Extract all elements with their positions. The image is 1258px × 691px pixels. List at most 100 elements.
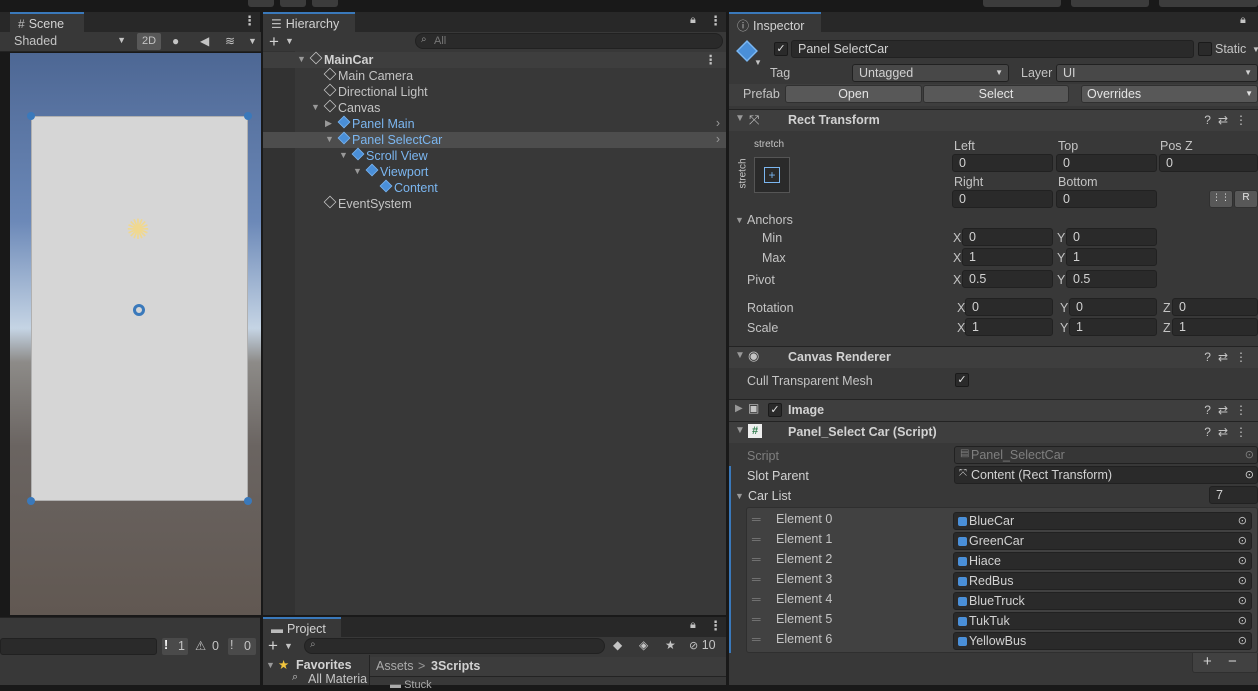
prefab-select-button[interactable]: Select	[923, 85, 1069, 103]
presets-icon[interactable]: ⇄	[1218, 425, 1235, 439]
prefab-chevron-icon[interactable]: ›	[716, 116, 720, 130]
presets-icon[interactable]: ⇄	[1218, 113, 1235, 127]
car-prefab-field[interactable]: TukTuk ⊙	[953, 612, 1252, 630]
component-menu-icon[interactable]: ⋮	[1235, 425, 1254, 439]
drag-handle-icon[interactable]: ═	[752, 532, 761, 546]
foldout-arrow-icon[interactable]: ▼	[353, 166, 362, 176]
foldout-arrow-icon[interactable]: ▼	[297, 54, 306, 64]
toggle-2d-button[interactable]: 2D	[137, 33, 161, 50]
add-dropdown-arrow-icon[interactable]: ▼	[285, 36, 294, 46]
object-picker-icon[interactable]: ⊙	[1238, 594, 1247, 607]
foldout-arrow-icon[interactable]: ▼	[339, 150, 348, 160]
anchor-handle-br-icon[interactable]	[244, 497, 252, 505]
scale-x-field[interactable]: 1	[965, 318, 1053, 336]
slot-parent-field[interactable]: ⤧ Content (Rect Transform) ⊙	[954, 466, 1258, 484]
anchor-handle-tr-icon[interactable]	[244, 112, 252, 120]
scene-menu-icon[interactable]: ⋮	[705, 52, 718, 67]
console-search-input[interactable]	[0, 638, 157, 655]
top-field[interactable]: 0	[1056, 154, 1157, 172]
presets-icon[interactable]: ⇄	[1218, 403, 1235, 417]
hierarchy-item[interactable]: Directional Light	[263, 83, 726, 100]
hierarchy-item[interactable]: EventSystem	[263, 195, 726, 212]
account-dropdown[interactable]	[983, 0, 1061, 7]
image-enabled-checkbox[interactable]: ✓	[768, 403, 782, 417]
effects-icon[interactable]: ≋	[225, 34, 235, 48]
component-menu-icon[interactable]: ⋮	[1235, 113, 1254, 127]
object-name-field[interactable]: Panel SelectCar	[791, 40, 1194, 58]
drag-handle-icon[interactable]: ═	[752, 512, 761, 526]
scene-viewport[interactable]: ✺	[10, 53, 261, 615]
anchor-min-y-field[interactable]: 0	[1066, 228, 1157, 246]
object-picker-icon[interactable]: ⊙	[1238, 634, 1247, 647]
presets-icon[interactable]: ⇄	[1218, 350, 1235, 364]
tab-project[interactable]: ▬ Project	[263, 617, 341, 638]
component-menu-icon[interactable]: ⋮	[1235, 403, 1254, 417]
drag-handle-icon[interactable]: ═	[752, 612, 761, 626]
pivot-x-field[interactable]: 0.5	[962, 270, 1053, 288]
foldout-arrow-icon[interactable]: ▼	[311, 102, 320, 112]
anchor-min-x-field[interactable]: 0	[962, 228, 1053, 246]
favorites-foldout[interactable]: ▼ ★ Favorites ⌕ All Materia	[263, 657, 369, 686]
rotation-y-field[interactable]: 0	[1069, 298, 1157, 316]
foldout-closed-arrow-icon[interactable]: ▶	[325, 118, 332, 129]
anchor-max-y-field[interactable]: 1	[1066, 248, 1157, 266]
prefab-overrides-dropdown[interactable]: Overrides ▼	[1081, 85, 1258, 103]
hierarchy-item[interactable]: Main Camera	[263, 67, 726, 84]
foldout-arrow-icon[interactable]: ▼	[735, 215, 744, 225]
hierarchy-item[interactable]: ▼ Scroll View	[263, 147, 726, 164]
hierarchy-item[interactable]: ▼ Panel SelectCar ›	[263, 131, 726, 148]
hierarchy-item[interactable]: ▶ Panel Main ›	[263, 115, 726, 132]
object-picker-icon[interactable]: ⊙	[1238, 554, 1247, 567]
effects-dropdown-arrow-icon[interactable]: ▼	[248, 36, 257, 46]
rotation-x-field[interactable]: 0	[965, 298, 1053, 316]
car-list-size-field[interactable]: 7	[1209, 486, 1258, 504]
info-count-toggle[interactable]: ! 0	[228, 638, 256, 655]
object-picker-icon[interactable]: ⊙	[1238, 574, 1247, 587]
hierarchy-item[interactable]: ▼ Viewport	[263, 163, 726, 180]
create-dropdown-arrow-icon[interactable]: ▼	[284, 641, 293, 651]
help-icon[interactable]: ?	[1204, 403, 1218, 417]
rect-transform-header[interactable]: ▼ ⤧ Rect Transform ?⇄⋮	[729, 109, 1258, 131]
drag-handle-icon[interactable]: ═	[752, 592, 761, 606]
project-lock-icon[interactable]: 🔒︎	[690, 619, 696, 632]
anchor-max-x-field[interactable]: 1	[962, 248, 1053, 266]
add-object-button[interactable]: +	[269, 32, 279, 52]
foldout-arrow-icon[interactable]: ▼	[325, 134, 334, 144]
object-picker-icon[interactable]: ⊙	[1238, 614, 1247, 627]
scale-z-field[interactable]: 1	[1172, 318, 1258, 336]
hierarchy-menu-icon[interactable]: ⋮	[709, 13, 722, 29]
layout-dropdown[interactable]	[1159, 0, 1258, 7]
posz-field[interactable]: 0	[1159, 154, 1258, 172]
prefab-chevron-icon[interactable]: ›	[716, 132, 720, 146]
car-prefab-field[interactable]: YellowBus ⊙	[953, 632, 1252, 650]
audio-icon[interactable]: ◀	[200, 34, 209, 48]
shading-dropdown[interactable]: Shaded ▼	[10, 33, 130, 51]
cull-transparent-mesh-checkbox[interactable]: ✓	[955, 373, 969, 387]
pivot-y-field[interactable]: 0.5	[1066, 270, 1157, 288]
hierarchy-search-input[interactable]: ⌕ All	[415, 33, 723, 49]
create-asset-button[interactable]: +	[268, 636, 278, 656]
help-icon[interactable]: ?	[1204, 113, 1218, 127]
car-prefab-field[interactable]: Hiace ⊙	[953, 552, 1252, 570]
object-picker-icon[interactable]: ⊙	[1238, 514, 1247, 527]
anchor-handle-tl-icon[interactable]	[27, 112, 35, 120]
add-element-button[interactable]: +	[1203, 653, 1212, 670]
help-icon[interactable]: ?	[1204, 425, 1218, 439]
remove-element-button[interactable]: −	[1228, 653, 1237, 670]
prefab-open-button[interactable]: Open	[785, 85, 922, 103]
tab-hierarchy[interactable]: ☰ Hierarchy	[263, 12, 355, 33]
raw-edit-button[interactable]: R	[1234, 190, 1258, 208]
object-picker-icon[interactable]: ⊙	[1245, 468, 1254, 481]
rotation-z-field[interactable]: 0	[1172, 298, 1258, 316]
component-actions[interactable]: ?⇄⋮	[1204, 403, 1254, 417]
component-menu-icon[interactable]: ⋮	[1235, 350, 1254, 364]
active-checkbox[interactable]: ✓	[774, 42, 788, 56]
folder-item[interactable]: ▬ Stuck	[390, 679, 432, 691]
filter-label-icon[interactable]: ◈	[639, 638, 648, 652]
help-icon[interactable]: ?	[1204, 350, 1218, 364]
static-dropdown-arrow-icon[interactable]: ▼	[1252, 45, 1258, 54]
favorite-star-icon[interactable]: ★	[665, 638, 676, 652]
anchor-preset-button[interactable]: +	[754, 157, 790, 193]
play-button[interactable]	[248, 0, 274, 7]
foldout-arrow-icon[interactable]: ▼	[735, 491, 744, 501]
